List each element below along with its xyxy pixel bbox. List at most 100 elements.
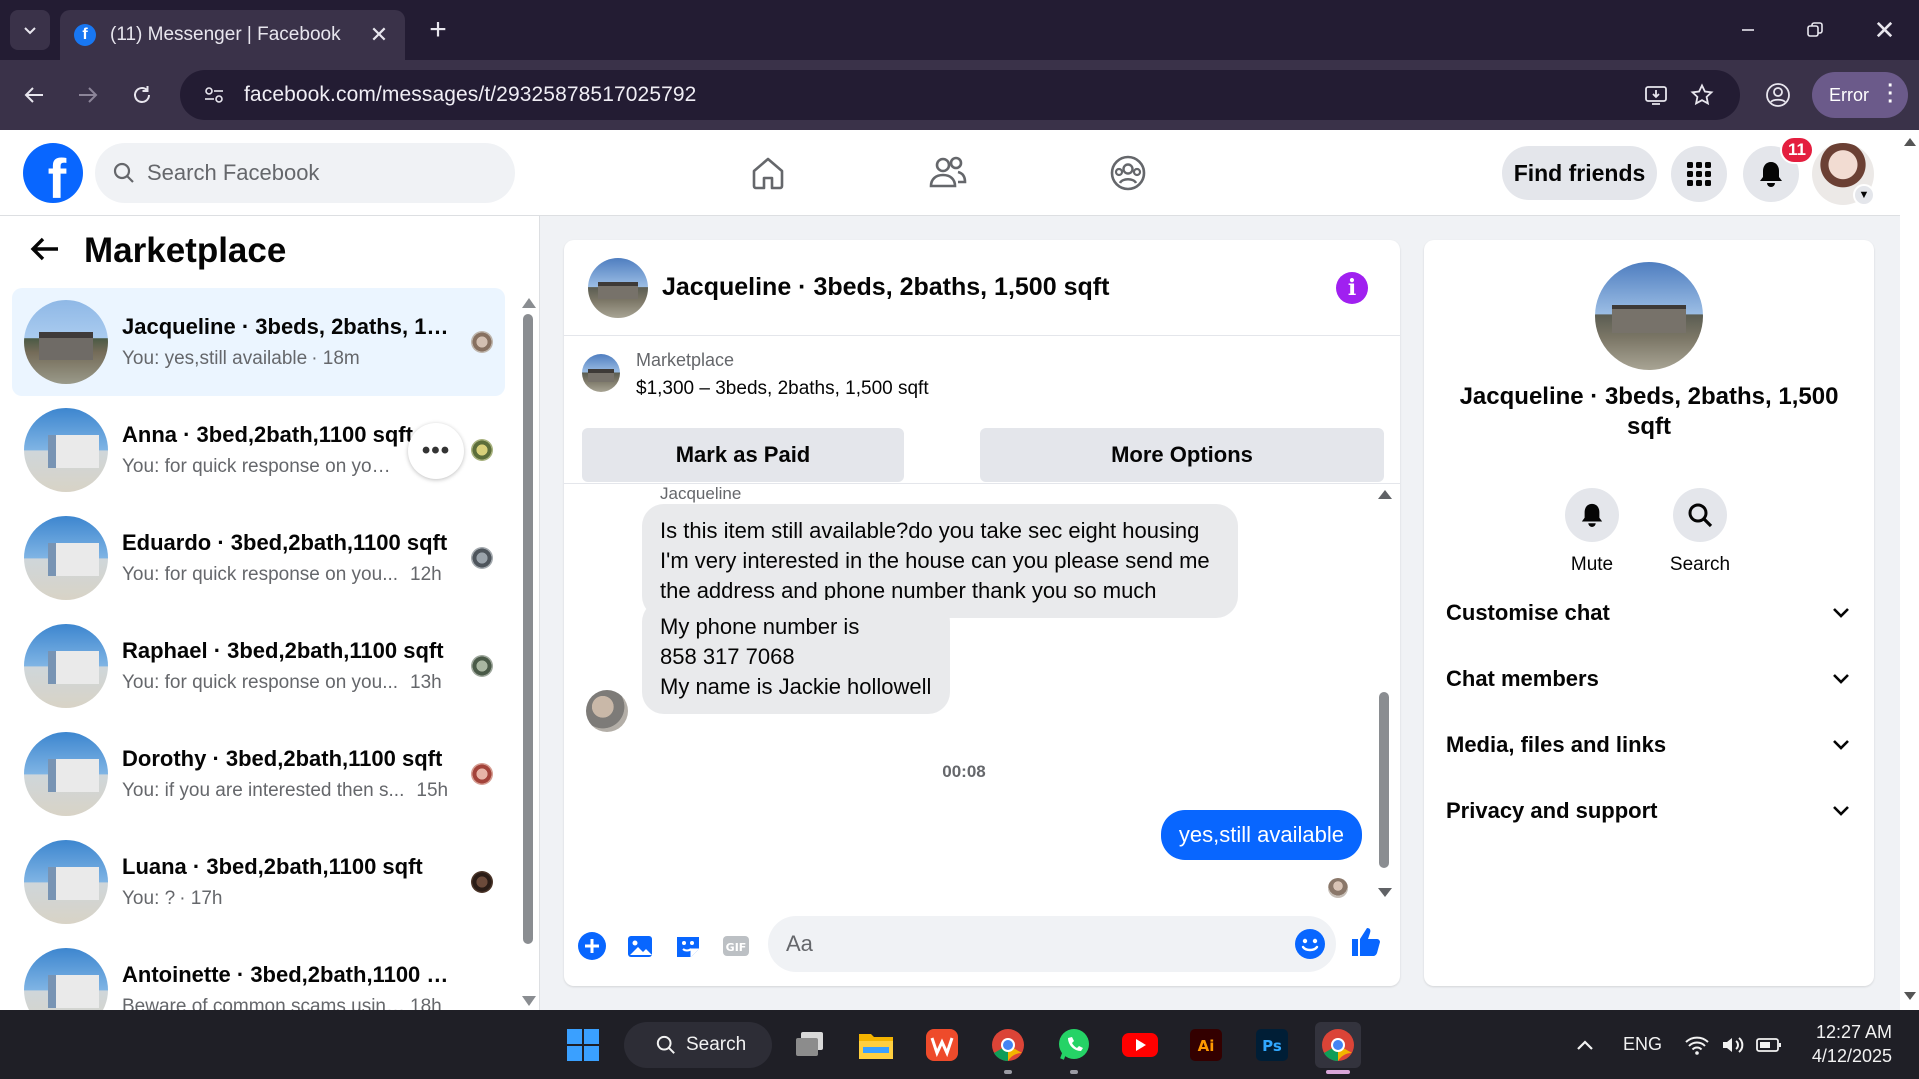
illustrator-button[interactable]: Ai — [1183, 1022, 1229, 1068]
page-scrollbar[interactable] — [1900, 130, 1919, 1010]
facebook-logo[interactable]: f — [23, 143, 83, 203]
home-icon — [752, 157, 784, 190]
facebook-search-box[interactable] — [95, 143, 515, 203]
scroll-down-icon[interactable] — [522, 996, 536, 1006]
system-clock[interactable]: 12:27 AM 4/12/2025 — [1806, 1020, 1892, 1068]
account-button[interactable] — [1758, 75, 1798, 115]
chat-list-scrollbar[interactable] — [518, 292, 538, 1010]
conversation-title[interactable]: Jacqueline · 3beds, 2baths, 1,500 sqft — [662, 273, 1109, 302]
find-friends-button[interactable]: Find friends — [1502, 146, 1657, 200]
more-options-button[interactable]: More Options — [980, 428, 1384, 482]
conversation-panel: Jacqueline · 3beds, 2baths, 1,500 sqft i… — [564, 240, 1400, 986]
wifi-icon[interactable] — [1684, 1032, 1710, 1058]
chat-item-eduardo[interactable]: Eduardo · 3bed,2bath,1100 sqft You: for … — [12, 504, 505, 612]
back-arrow-icon[interactable] — [30, 232, 60, 271]
account-chevron-icon[interactable]: ▼ — [1853, 184, 1875, 206]
facebook-search-input[interactable] — [147, 160, 487, 186]
chat-item-luana[interactable]: Luana · 3bed,2bath,1100 sqft You: ? · 17h — [12, 828, 505, 936]
menu-button[interactable] — [1671, 146, 1727, 202]
input-language[interactable]: ENG — [1623, 1034, 1662, 1055]
sender-name: Jacqueline — [660, 484, 742, 503]
emoji-icon[interactable] — [1294, 928, 1326, 960]
chat-item-preview: You: for quick response on your ... — [122, 456, 392, 477]
volume-icon[interactable] — [1720, 1032, 1746, 1058]
privacy-support-section[interactable]: Privacy and support — [1446, 784, 1852, 838]
window-close-button[interactable]: ✕ — [1862, 10, 1907, 50]
illustrator-icon: Ai — [1190, 1029, 1222, 1061]
tab-close-icon[interactable]: ✕ — [367, 22, 391, 48]
browser-tab[interactable]: f (11) Messenger | Facebook ✕ — [60, 10, 405, 60]
wps-office-button[interactable] — [919, 1022, 965, 1068]
chat-item-dorothy[interactable]: Dorothy · 3bed,2bath,1100 sqft You: if y… — [12, 720, 505, 828]
thread-scrollbar[interactable] — [1374, 484, 1394, 906]
scroll-up-icon[interactable] — [1904, 138, 1916, 146]
tab-search-button[interactable] — [10, 10, 50, 50]
forward-button[interactable] — [68, 75, 108, 115]
start-button[interactable] — [560, 1022, 606, 1068]
message-input-box[interactable] — [768, 916, 1336, 972]
media-files-links-section[interactable]: Media, files and links — [1446, 718, 1852, 772]
nav-friends-button[interactable] — [918, 147, 978, 199]
chrome-button[interactable] — [985, 1022, 1031, 1068]
sticker-button[interactable] — [670, 928, 706, 964]
profile-error-button[interactable]: Error · · · — [1812, 72, 1908, 118]
back-button[interactable] — [14, 75, 54, 115]
chat-members-section[interactable]: Chat members — [1446, 652, 1852, 706]
battery-icon[interactable] — [1756, 1032, 1782, 1058]
show-hidden-icons-button[interactable] — [1572, 1032, 1598, 1058]
task-view-button[interactable] — [787, 1022, 833, 1068]
chevron-up-icon — [1577, 1040, 1593, 1050]
incoming-message[interactable]: My phone number is 858 317 7068 My name … — [642, 600, 950, 714]
chat-info-avatar[interactable] — [1595, 262, 1703, 370]
window-restore-button[interactable] — [1792, 10, 1837, 50]
message-input[interactable] — [786, 931, 1266, 957]
chat-item-jacqueline[interactable]: Jacqueline · 3beds, 2baths, 1,5... You: … — [12, 288, 505, 396]
taskbar-search[interactable]: Search — [624, 1022, 772, 1068]
window-minimize-button[interactable] — [1725, 10, 1770, 50]
chrome-active-button[interactable] — [1315, 1022, 1361, 1068]
listing-thumbnail[interactable] — [582, 354, 620, 392]
nav-groups-button[interactable] — [1098, 147, 1158, 199]
nav-home-button[interactable] — [738, 147, 798, 199]
chat-item-raphael[interactable]: Raphael · 3bed,2bath,1100 sqft You: for … — [12, 612, 505, 720]
chat-item-name: Dorothy · 3bed,2bath,1100 sqft — [122, 746, 443, 771]
attach-photo-button[interactable] — [622, 928, 658, 964]
site-settings-icon[interactable] — [200, 81, 228, 109]
customise-chat-section[interactable]: Customise chat — [1446, 586, 1852, 640]
facebook-top-nav: f Find friends 11 ▼ — [0, 130, 1900, 216]
bookmark-star-button[interactable] — [1682, 75, 1722, 115]
message-line: 858 317 7068 — [660, 644, 795, 669]
more-actions-button[interactable] — [574, 928, 610, 964]
scroll-down-icon[interactable] — [1904, 992, 1916, 1000]
search-in-chat-button[interactable]: Search — [1655, 488, 1745, 576]
message-line: My name is Jackie hollowell — [660, 674, 932, 699]
photoshop-button[interactable]: Ps — [1249, 1022, 1295, 1068]
message-composer: GIF — [564, 906, 1400, 986]
whatsapp-button[interactable] — [1051, 1022, 1097, 1068]
scrollbar-thumb[interactable] — [523, 314, 533, 944]
sender-avatar[interactable] — [586, 690, 628, 732]
outgoing-message[interactable]: yes,still available — [1160, 810, 1362, 860]
conversation-avatar[interactable] — [588, 257, 648, 318]
scroll-up-icon[interactable] — [522, 298, 536, 308]
new-tab-button[interactable]: + — [418, 12, 458, 48]
url-text[interactable]: facebook.com/messages/t/2932587851702579… — [244, 83, 696, 107]
seen-avatar — [471, 331, 493, 353]
like-button[interactable] — [1348, 924, 1384, 960]
scroll-up-icon[interactable] — [1378, 490, 1392, 499]
address-bar[interactable]: facebook.com/messages/t/2932587851702579… — [180, 70, 1740, 120]
chat-item-antoinette[interactable]: Antoinette · 3bed,2bath,1100 sqft Beware… — [12, 936, 505, 1010]
youtube-button[interactable] — [1117, 1022, 1163, 1068]
file-explorer-button[interactable] — [853, 1022, 899, 1068]
reload-button[interactable] — [122, 75, 162, 115]
chat-more-options-button[interactable]: ••• — [408, 423, 464, 479]
scrollbar-thumb[interactable] — [1379, 692, 1389, 868]
listing-price[interactable]: $1,300 – 3beds, 2baths, 1,500 sqft — [636, 378, 929, 400]
mute-button[interactable]: Mute — [1547, 488, 1637, 576]
conversation-info-button[interactable]: i — [1336, 272, 1368, 304]
scroll-down-icon[interactable] — [1378, 888, 1392, 897]
install-app-button[interactable] — [1636, 75, 1676, 115]
mark-as-paid-button[interactable]: Mark as Paid — [582, 428, 904, 482]
read-receipt-avatar — [1328, 878, 1348, 898]
gif-button[interactable]: GIF — [718, 928, 754, 964]
